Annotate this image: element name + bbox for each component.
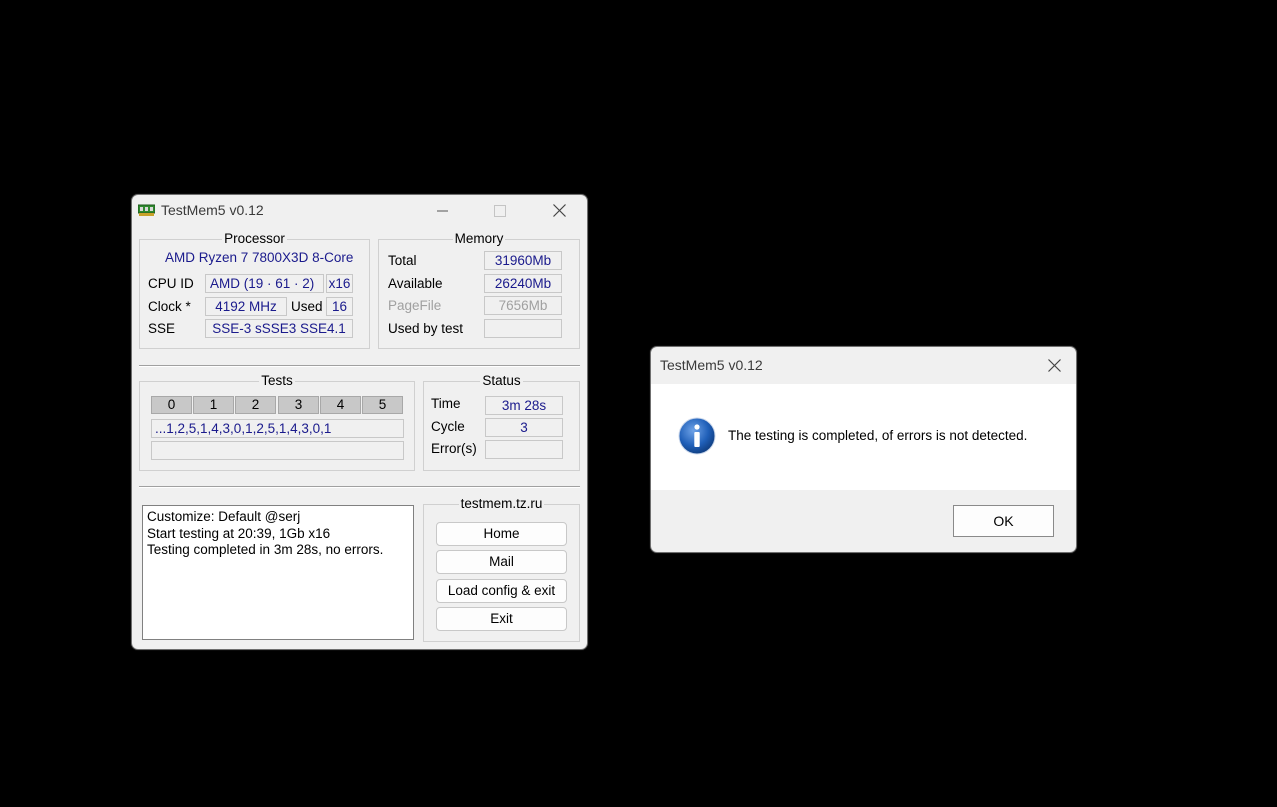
time-label: Time — [431, 396, 461, 411]
pagefile-label: PageFile — [388, 298, 442, 313]
cpu-id-field: AMD (19 · 61 · 2) — [205, 274, 324, 293]
test-column-4: 4 — [320, 396, 361, 414]
close-button[interactable] — [536, 195, 582, 226]
cpu-name: AMD Ryzen 7 7800X3D 8-Core — [165, 250, 354, 265]
used-label: Used — [291, 299, 323, 314]
load-config-exit-button[interactable]: Load config & exit — [436, 579, 567, 603]
errors-label: Error(s) — [431, 441, 477, 456]
time-field: 3m 28s — [485, 396, 563, 415]
ok-button[interactable]: OK — [953, 505, 1054, 537]
total-memory-field: 31960Mb — [484, 251, 562, 270]
minimize-button[interactable] — [419, 195, 465, 226]
exit-button[interactable]: Exit — [436, 607, 567, 631]
clock-label: Clock * — [148, 299, 191, 314]
available-memory-field: 26240Mb — [484, 274, 562, 293]
thread-count-field: x16 — [326, 274, 353, 293]
used-by-test-field — [484, 319, 562, 338]
available-label: Available — [388, 276, 443, 291]
errors-field — [485, 440, 563, 459]
cpu-id-label: CPU ID — [148, 276, 194, 291]
sse-label: SSE — [148, 321, 176, 336]
window-title: TestMem5 v0.12 — [161, 202, 264, 218]
website-label: testmem.tz.ru — [458, 496, 545, 511]
dialog-close-button[interactable] — [1031, 347, 1076, 383]
test-column-2: 2 — [235, 396, 276, 414]
used-threads-field: 16 — [326, 297, 353, 316]
separator — [139, 365, 580, 367]
close-icon — [1047, 358, 1061, 372]
log-line: Start testing at 20:39, 1Gb x16 — [147, 525, 331, 541]
dialog-title-bar[interactable]: TestMem5 v0.12 — [651, 347, 1076, 383]
close-icon — [552, 204, 566, 217]
maximize-icon — [494, 204, 506, 217]
processor-group-label: Processor — [222, 231, 287, 246]
cycle-field: 3 — [485, 418, 563, 437]
test-column-3: 3 — [278, 396, 319, 414]
maximize-button — [477, 195, 523, 226]
minimize-icon — [436, 210, 448, 212]
test-column-0: 0 — [151, 396, 192, 414]
dialog-title: TestMem5 v0.12 — [660, 357, 763, 373]
log-textarea[interactable]: Customize: Default @serj Start testing a… — [142, 505, 414, 640]
mail-button[interactable]: Mail — [436, 550, 567, 574]
home-button[interactable]: Home — [436, 522, 567, 546]
sse-field: SSE-3 sSSE3 SSE4.1 — [205, 319, 353, 338]
status-group-label: Status — [480, 373, 523, 388]
dialog-message: The testing is completed, of errors is n… — [728, 428, 1028, 443]
test-column-1: 1 — [193, 396, 234, 414]
dialog-body: The testing is completed, of errors is n… — [651, 384, 1076, 490]
used-by-test-label: Used by test — [388, 321, 464, 336]
tests-group-label: Tests — [259, 373, 295, 388]
completion-dialog: TestMem5 v0.12 The testing is completed,… — [650, 346, 1077, 553]
info-icon — [678, 417, 716, 455]
log-line: Testing completed in 3m 28s, no errors. — [147, 542, 384, 557]
test-progress-bar — [151, 441, 404, 460]
separator — [139, 486, 580, 488]
total-label: Total — [388, 253, 417, 268]
title-bar[interactable]: TestMem5 v0.12 — [132, 195, 587, 226]
clock-field: 4192 MHz — [205, 297, 287, 316]
pagefile-field: 7656Mb — [484, 296, 562, 315]
test-sequence-field: ...1,2,5,1,4,3,0,1,2,5,1,4,3,0,1 — [151, 419, 404, 438]
test-column-5: 5 — [362, 396, 403, 414]
cycle-label: Cycle — [431, 419, 465, 434]
log-line: Customize: Default @serj — [147, 509, 301, 524]
testmem-main-window: TestMem5 v0.12 Processor AMD Ryzen 7 780… — [131, 194, 588, 650]
memory-module-icon — [138, 204, 155, 216]
memory-group-label: Memory — [452, 231, 506, 246]
